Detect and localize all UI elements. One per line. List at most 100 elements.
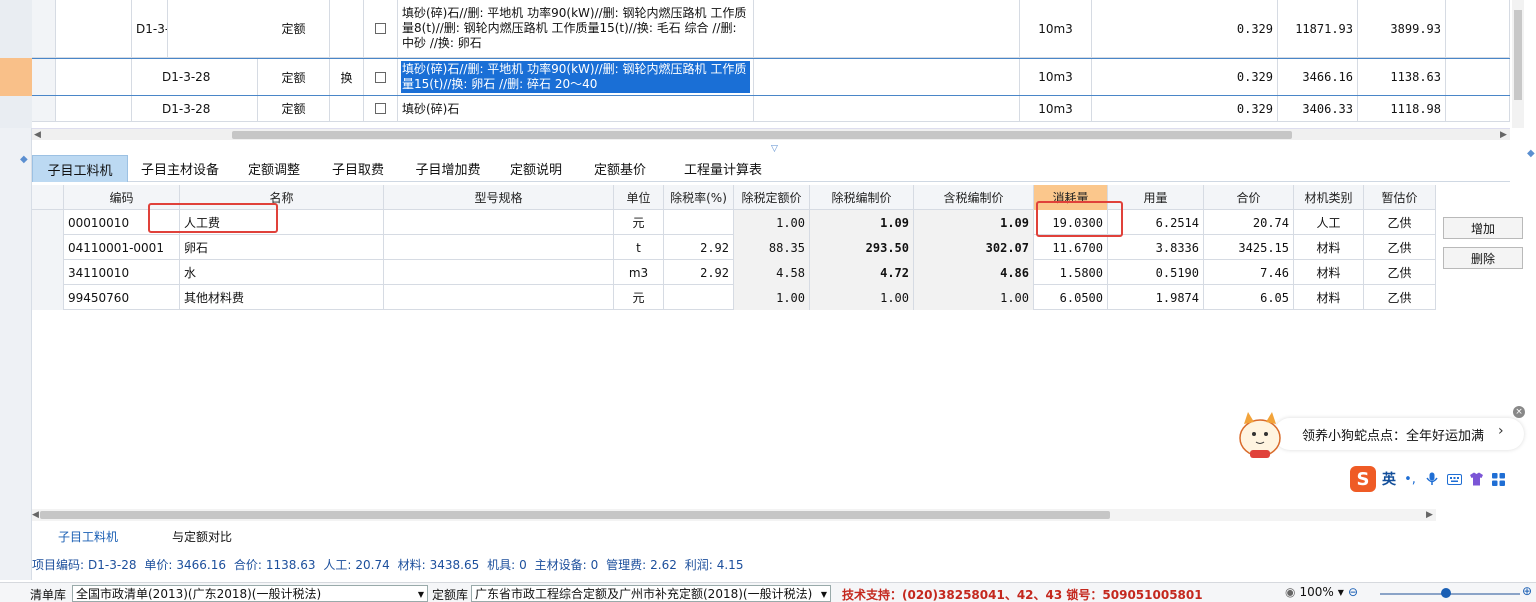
eye-icon[interactable]: ◉ xyxy=(1285,585,1295,599)
promo-popup[interactable]: 领养小狗蛇点点：全年好运加满 › × xyxy=(1230,404,1525,458)
top-horizontal-scrollbar[interactable]: ◀ ▶ xyxy=(32,128,1510,140)
scroll-left-icon[interactable]: ◀ xyxy=(34,129,41,141)
cell-compiled-price[interactable]: 1.09 xyxy=(810,210,914,235)
cell-category[interactable]: 材料 xyxy=(1294,285,1364,310)
tab-quota-adjust[interactable]: 定额调整 xyxy=(236,155,312,182)
row-checkbox[interactable] xyxy=(375,71,386,83)
cell-base-price[interactable]: 1.00 xyxy=(734,210,810,235)
table-row[interactable]: 34110010 水 m3 2.92 4.58 4.72 4.86 1.5800 0.5190 7… xyxy=(32,260,1436,285)
collapse-right-icon[interactable]: ◆ xyxy=(1527,148,1535,159)
cell-tax-incl-price[interactable]: 1.09 xyxy=(914,210,1034,235)
list-library-select[interactable]: 全国市政清单(2013)(广东2018)(一般计税法) ▼ xyxy=(72,585,428,602)
cell-compiled-price[interactable]: 1.00 xyxy=(810,285,914,310)
cell-tax-incl-price[interactable]: 302.07 xyxy=(914,235,1034,260)
cell-tax-rate[interactable]: 2.92 xyxy=(664,260,734,285)
cell-category[interactable]: 材料 xyxy=(1294,260,1364,285)
table-row[interactable]: 04110001-0001 卵石 t 2.92 88.35 293.50 302.07 11.… xyxy=(32,235,1436,260)
cell-consumption[interactable]: 1.5800 xyxy=(1034,260,1108,285)
tab-quota-description[interactable]: 定额说明 xyxy=(498,155,574,182)
cell-code[interactable]: 99450760 xyxy=(64,285,180,310)
zoom-level[interactable]: 100% xyxy=(1299,585,1333,599)
cell-consumption[interactable]: 11.6700 xyxy=(1034,235,1108,260)
row-header-cell[interactable] xyxy=(32,260,64,285)
cell-code[interactable]: 34110010 xyxy=(64,260,180,285)
cell-unit[interactable]: t xyxy=(614,235,664,260)
table-row[interactable]: D1-3-28 定额 填砂(碎)石//删: 平地机 功率90(kW)//删: 钢… xyxy=(32,0,1510,58)
tab-extra-fee[interactable]: 子目增加费 xyxy=(404,155,492,182)
cell-amount[interactable]: 6.05 xyxy=(1204,285,1294,310)
collapse-left-icon[interactable]: ◆ xyxy=(20,154,28,165)
row-header-cell[interactable] xyxy=(32,235,64,260)
row-header-cell[interactable] xyxy=(32,210,64,235)
cell-tax-rate[interactable] xyxy=(664,210,734,235)
cell-amount[interactable]: 7.46 xyxy=(1204,260,1294,285)
cell-unit[interactable]: 元 xyxy=(614,285,664,310)
cell-spec[interactable] xyxy=(384,285,614,310)
scroll-thumb[interactable] xyxy=(40,511,1110,519)
zoom-out-icon[interactable]: ⊖ xyxy=(1348,585,1358,599)
cell-name[interactable]: 水 xyxy=(180,260,384,285)
punctuation-icon[interactable]: •, xyxy=(1402,471,1418,487)
table-row-selected[interactable]: D1-3-28 定额 换 填砂(碎)石//删: 平地机 功率90(kW)//删:… xyxy=(32,58,1510,96)
zoom-in-icon[interactable]: ⊕ xyxy=(1522,584,1532,598)
tab-quantity-sheet[interactable]: 工程量计算表 xyxy=(668,155,778,182)
cell-base-price[interactable]: 1.00 xyxy=(734,285,810,310)
quota-library-select[interactable]: 广东省市政工程综合定额及广州市补充定额(2018)(一般计税法) ▼ xyxy=(471,585,831,602)
tab-labor-material[interactable]: 子目工料机 xyxy=(32,155,128,182)
scroll-left-icon[interactable]: ◀ xyxy=(32,509,39,521)
cell-category[interactable]: 材料 xyxy=(1294,235,1364,260)
cell-tax-incl-price[interactable]: 1.00 xyxy=(914,285,1034,310)
scroll-right-icon[interactable]: ▶ xyxy=(1426,509,1433,521)
tab-labor-material-bottom[interactable]: 子目工料机 xyxy=(58,528,118,545)
cell-usage[interactable]: 0.5190 xyxy=(1108,260,1204,285)
tab-compare-quota[interactable]: 与定额对比 xyxy=(172,528,232,545)
cell-amount[interactable]: 3425.15 xyxy=(1204,235,1294,260)
tab-fee[interactable]: 子目取费 xyxy=(320,155,396,182)
cell-spec[interactable] xyxy=(384,260,614,285)
cell-base-price[interactable]: 88.35 xyxy=(734,235,810,260)
cell-spec[interactable] xyxy=(384,235,614,260)
cell-amount[interactable]: 20.74 xyxy=(1204,210,1294,235)
scroll-right-icon[interactable]: ▶ xyxy=(1500,129,1507,141)
cell-tax-rate[interactable]: 2.92 xyxy=(664,235,734,260)
table-row[interactable]: D1-3-28 定额 填砂(碎)石 10m3 0.329 3406.33 111… xyxy=(32,96,1510,122)
microphone-icon[interactable] xyxy=(1424,471,1440,487)
cell-code[interactable]: 04110001-0001 xyxy=(64,235,180,260)
toolbox-grid-icon[interactable] xyxy=(1490,471,1506,487)
cell-usage[interactable]: 3.8336 xyxy=(1108,235,1204,260)
cell-unit[interactable]: m3 xyxy=(614,260,664,285)
cell-base-price[interactable]: 4.58 xyxy=(734,260,810,285)
cell-compiled-price[interactable]: 4.72 xyxy=(810,260,914,285)
cell-estimate[interactable]: 乙供 xyxy=(1364,210,1436,235)
zoom-slider-thumb[interactable] xyxy=(1441,588,1451,598)
row-header-cell[interactable] xyxy=(32,285,64,310)
cell-spec[interactable] xyxy=(384,210,614,235)
tab-base-price[interactable]: 定额基价 xyxy=(582,155,658,182)
scroll-thumb[interactable] xyxy=(232,131,1292,139)
chevron-right-icon[interactable]: › xyxy=(1498,423,1504,439)
cell-usage[interactable]: 1.9874 xyxy=(1108,285,1204,310)
top-vertical-scrollbar[interactable] xyxy=(1512,0,1524,128)
tab-main-equipment[interactable]: 子目主材设备 xyxy=(132,155,228,182)
keyboard-icon[interactable] xyxy=(1446,471,1462,487)
row-checkbox[interactable] xyxy=(375,103,386,114)
cell-compiled-price[interactable]: 293.50 xyxy=(810,235,914,260)
chevron-down-icon[interactable]: ▼ xyxy=(1338,588,1344,597)
row-checkbox[interactable] xyxy=(375,23,386,34)
ime-language-toggle[interactable]: 英 xyxy=(1382,469,1396,489)
cell-name[interactable]: 卵石 xyxy=(180,235,384,260)
delete-button[interactable]: 删除 xyxy=(1443,247,1523,269)
sogou-logo-icon[interactable]: S xyxy=(1350,466,1376,492)
skin-shirt-icon[interactable] xyxy=(1468,471,1484,487)
cell-unit[interactable]: 元 xyxy=(614,210,664,235)
add-button[interactable]: 增加 xyxy=(1443,217,1523,239)
cell-tax-incl-price[interactable]: 4.86 xyxy=(914,260,1034,285)
cell-tax-rate[interactable] xyxy=(664,285,734,310)
promo-text[interactable]: 领养小狗蛇点点：全年好运加满 xyxy=(1274,418,1524,450)
cell-estimate[interactable]: 乙供 xyxy=(1364,260,1436,285)
table-row[interactable]: 99450760 其他材料费元 1.00 1.00 1.00 6.0500 1.9874 6.… xyxy=(32,285,1436,310)
cell-category[interactable]: 人工 xyxy=(1294,210,1364,235)
cell-consumption[interactable]: 6.0500 xyxy=(1034,285,1108,310)
cell-name[interactable]: 其他材料费 xyxy=(180,285,384,310)
cell-estimate[interactable]: 乙供 xyxy=(1364,235,1436,260)
